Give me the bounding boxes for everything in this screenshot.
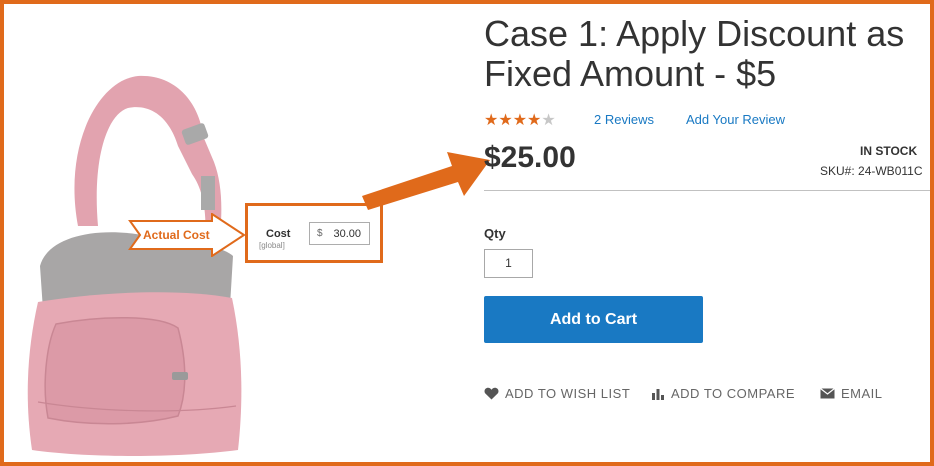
add-to-cart-label: Add to Cart xyxy=(549,310,638,328)
star-icon: ★ xyxy=(512,112,528,129)
divider xyxy=(484,190,930,191)
add-review-link[interactable]: Add Your Review xyxy=(686,112,785,127)
cost-label: Cost xyxy=(266,228,291,240)
rating-stars: ★★★★★ xyxy=(484,110,556,130)
add-to-compare-link[interactable]: ADD TO COMPARE xyxy=(651,386,795,401)
pointer-arrow xyxy=(362,152,490,210)
product-sku: SKU#: 24-WB011C xyxy=(820,164,923,178)
cost-value: 30.00 xyxy=(333,228,361,240)
add-to-cart-button[interactable]: Add to Cart xyxy=(484,296,703,343)
product-title: Case 1: Apply Discount as Fixed Amount -… xyxy=(484,13,905,94)
email-label: EMAIL xyxy=(841,386,883,401)
stock-status: IN STOCK xyxy=(860,144,918,158)
qty-label: Qty xyxy=(484,226,506,241)
star-icon: ★ xyxy=(498,112,513,129)
star-empty-icon: ★ xyxy=(541,112,556,129)
cost-input[interactable]: $ 30.00 xyxy=(309,222,370,245)
envelope-icon xyxy=(820,388,835,399)
cost-scope: [global] xyxy=(259,241,285,250)
reviews-link[interactable]: 2 Reviews xyxy=(594,112,654,127)
heart-icon xyxy=(484,387,499,400)
bar-chart-icon xyxy=(652,389,664,400)
add-to-wishlist-link[interactable]: ADD TO WISH LIST xyxy=(484,386,630,401)
email-link[interactable]: EMAIL xyxy=(820,386,883,401)
wishlist-label: ADD TO WISH LIST xyxy=(505,386,631,401)
compare-label: ADD TO COMPARE xyxy=(671,386,796,401)
star-icon: ★ xyxy=(484,112,499,129)
product-image xyxy=(27,75,242,456)
cost-currency: $ xyxy=(317,228,323,239)
qty-input[interactable]: 1 xyxy=(484,249,533,278)
screenshot-frame: Actual Cost Cost [global] $ 30.00 Case 1… xyxy=(0,0,934,466)
star-icon: ★ xyxy=(527,112,542,129)
callout-label: Actual Cost xyxy=(143,228,210,242)
product-price: $25.00 xyxy=(484,141,576,174)
cost-attribute-box: Cost [global] $ 30.00 xyxy=(245,203,383,263)
